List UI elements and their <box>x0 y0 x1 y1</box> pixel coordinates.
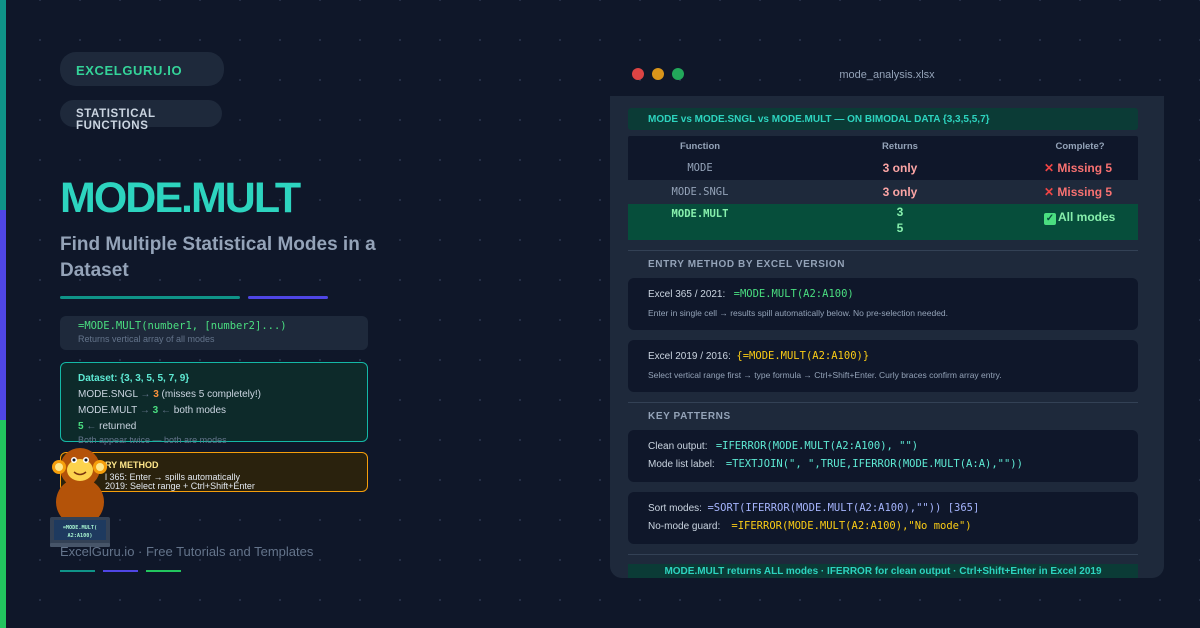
dataset-returned-line: 5 ← returned <box>78 419 367 435</box>
window-filename: mode_analysis.xlsx <box>839 69 935 81</box>
divider <box>628 402 1138 403</box>
footer-text: ExcelGuru.io · Free Tutorials and Templa… <box>60 544 314 559</box>
row-complete: ✓ All modes <box>1044 210 1116 225</box>
row-function: MODE <box>687 162 713 174</box>
excel365-formula: =MODE.MULT(A2:A100) <box>733 288 854 300</box>
sngl-value: 3 <box>153 389 159 400</box>
dataset-heading: Dataset: {3, 3, 5, 5, 7, 9} <box>78 373 190 384</box>
footer-line-indigo <box>103 570 138 572</box>
divider <box>628 250 1138 251</box>
accent-stripe-teal <box>0 0 6 210</box>
mult-note: both modes <box>173 405 227 416</box>
row-returns-value-2: 5 <box>896 221 904 235</box>
mult-value-1: 3 <box>152 405 159 416</box>
page-title: MODE.MULT <box>60 174 301 222</box>
header-function: Function <box>679 141 721 152</box>
mode-list-label: Mode list label: <box>648 459 715 470</box>
footer-line-teal <box>60 570 95 572</box>
clean-output-label: Clean output: <box>648 441 708 452</box>
mult-label: MODE.MULT <box>78 405 138 416</box>
x-mark-icon: ✕ <box>1044 185 1055 199</box>
clean-output-formula: =IFERROR(MODE.MULT(A2:A100), "") <box>715 440 919 452</box>
row-function: MODE.SNGL <box>671 186 729 198</box>
mult-value-2: 5 <box>78 421 84 432</box>
sngl-label: MODE.SNGL <box>78 389 138 400</box>
row-complete: ✕ Missing 5 <box>1044 185 1113 199</box>
excel2019-formula: {=MODE.MULT(A2:A100)} <box>736 350 870 362</box>
window-titlebar: mode_analysis.xlsx <box>610 54 1164 96</box>
syntax-note: Returns vertical array of all modes <box>78 334 215 344</box>
comparison-title: MODE vs MODE.SNGL vs MODE.MULT — ON BIMO… <box>628 108 1138 130</box>
row-function: MODE.MULT <box>671 208 729 220</box>
patterns-card-2: Sort modes: =SORT(IFERROR(MODE.MULT(A2:A… <box>628 492 1138 544</box>
dataset-mult-line: MODE.MULT → 3 ← both modes <box>78 403 367 419</box>
accent-stripe-indigo <box>0 210 6 420</box>
row-returns: 3 only <box>882 161 918 175</box>
table-row: MODE 3 only ✕ Missing 5 <box>628 156 1138 180</box>
sort-modes-formula: =SORT(IFERROR(MODE.MULT(A2:A100),"")) [3… <box>707 502 980 514</box>
arrow-icon: → <box>140 389 151 400</box>
entry-method-heading: ENTRY METHOD BY EXCEL VERSION <box>648 259 846 270</box>
table-row: MODE.SNGL 3 only ✕ Missing 5 <box>628 180 1138 204</box>
accent-stripe-green <box>0 420 6 628</box>
comparison-table: Function Returns Complete? MODE 3 only ✕… <box>628 136 1138 240</box>
syntax-code: =MODE.MULT(number1, [number2]...) <box>78 320 287 332</box>
row-returns: 3 5 <box>897 204 904 236</box>
excel2019-label: Excel 2019 / 2016: <box>648 351 731 362</box>
entry-heading: RY METHOD <box>105 460 159 470</box>
key-patterns-heading: KEY PATTERNS <box>648 411 731 422</box>
monkey-mascot-icon: =MODE.MULT( A2:A100) <box>50 448 110 547</box>
syntax-box: =MODE.MULT(number1, [number2]...) Return… <box>60 316 368 350</box>
sngl-note: (misses 5 completely!) <box>161 389 262 400</box>
excel2019-note: Select vertical range first → type formu… <box>648 370 1002 380</box>
title-underline-teal <box>60 296 240 299</box>
footer-line-green <box>146 570 181 572</box>
header-returns: Returns <box>882 141 918 152</box>
checkmark-icon: ✓ <box>1044 213 1056 225</box>
excel365-note: Enter in single cell → results spill aut… <box>648 308 949 318</box>
no-mode-guard-formula: =IFERROR(MODE.MULT(A2:A100),"No mode") <box>731 520 972 532</box>
header-complete: Complete? <box>1055 141 1105 152</box>
excel365-label: Excel 365 / 2021: <box>648 289 726 300</box>
left-arrow-icon: ← <box>160 405 171 416</box>
row-complete: ✕ Missing 5 <box>1044 161 1113 175</box>
page-subtitle: Find Multiple Statistical Modes in a Dat… <box>60 234 376 281</box>
dataset-footnote: Both appear twice — both are modes <box>78 435 227 445</box>
no-mode-guard-label: No-mode guard: <box>648 521 721 532</box>
left-arrow-icon: ← <box>86 421 97 432</box>
excel365-card: Excel 365 / 2021: =MODE.MULT(A2:A100) En… <box>628 278 1138 330</box>
sort-modes-label: Sort modes: <box>648 503 702 514</box>
row-returns: 3 only <box>882 185 918 199</box>
returned-label: returned <box>99 421 137 432</box>
dataset-sngl-line: MODE.SNGL → 3 (misses 5 completely!) <box>78 387 367 403</box>
table-row-highlighted: MODE.MULT 3 5 ✓ All modes <box>628 204 1138 240</box>
dataset-box: Dataset: {3, 3, 5, 5, 7, 9} MODE.SNGL → … <box>60 362 368 445</box>
patterns-card-1: Clean output: =IFERROR(MODE.MULT(A2:A100… <box>628 430 1138 482</box>
window-footer-summary: MODE.MULT returns ALL modes · IFERROR fo… <box>628 564 1138 578</box>
table-header: Function Returns Complete? <box>628 136 1138 156</box>
mascot-screen-line-2: A2:A100) <box>68 533 93 539</box>
divider <box>628 554 1138 555</box>
spreadsheet-window: MODE vs MODE.SNGL vs MODE.MULT — ON BIMO… <box>610 96 1164 578</box>
row-returns-value-1: 3 <box>896 205 904 219</box>
arrow-icon: → <box>139 405 150 416</box>
x-mark-icon: ✕ <box>1044 161 1055 175</box>
category-badge: STATISTICAL FUNCTIONS <box>60 100 222 132</box>
mode-list-formula: =TEXTJOIN(", ",TRUE,IFERROR(MODE.MULT(A:… <box>725 458 1023 470</box>
title-underline-indigo <box>248 296 328 299</box>
entry-line-2019: 2019: Select range + Ctrl+Shift+Enter <box>105 481 255 491</box>
mascot-screen-line-1: =MODE.MULT( <box>63 525 97 531</box>
brand-badge: EXCELGURU.IO <box>60 52 224 86</box>
excel2019-card: Excel 2019 / 2016: {=MODE.MULT(A2:A100)}… <box>628 340 1138 392</box>
